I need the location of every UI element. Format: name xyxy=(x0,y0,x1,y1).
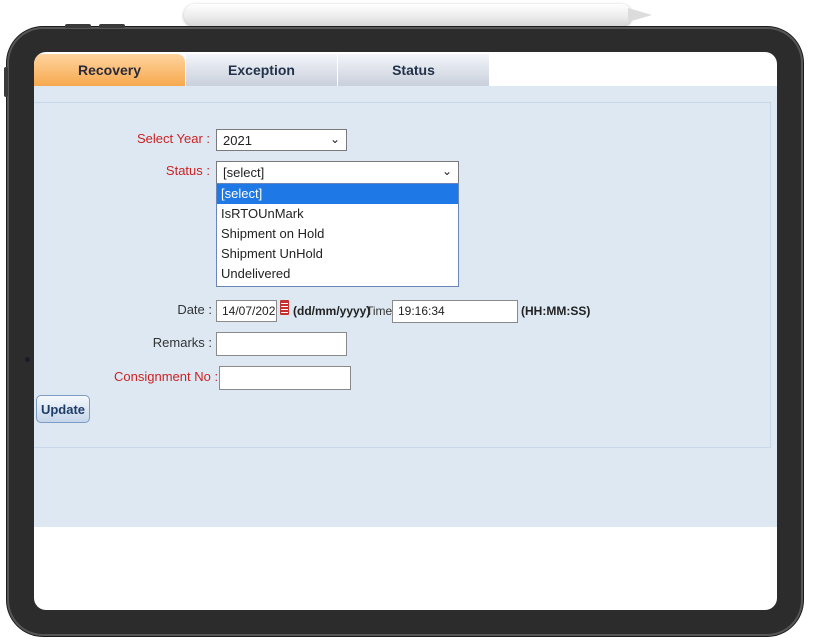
screen: Recovery Exception Status Select Year : … xyxy=(34,52,777,610)
calendar-icon[interactable] xyxy=(280,300,289,315)
select-year-dropdown[interactable]: 2021 ⌄ xyxy=(216,129,347,151)
status-option[interactable]: Shipment on Hold xyxy=(217,224,458,244)
side-button xyxy=(4,67,8,97)
volume-button xyxy=(99,24,125,28)
time-input[interactable]: 19:16:34 xyxy=(392,300,518,323)
date-label: Date : xyxy=(177,302,212,317)
stylus-tip xyxy=(628,8,652,22)
form-panel: Select Year : 2021 ⌄ Status : [select] ⌄… xyxy=(34,86,777,527)
status-dropdown[interactable]: [select] ⌄ xyxy=(216,161,459,184)
select-year-label: Select Year : xyxy=(137,131,210,146)
status-option[interactable]: IsRTOUnMark xyxy=(217,204,458,224)
remarks-label: Remarks : xyxy=(152,335,212,350)
tablet-frame: Recovery Exception Status Select Year : … xyxy=(4,24,803,636)
status-option[interactable]: Undelivered xyxy=(217,264,458,284)
tab-exception[interactable]: Exception xyxy=(186,54,337,86)
volume-button xyxy=(65,24,91,28)
date-input[interactable]: 14/07/202 xyxy=(216,300,277,322)
chevron-down-icon: ⌄ xyxy=(441,164,452,178)
chevron-down-icon: ⌄ xyxy=(329,132,340,146)
status-value: [select] xyxy=(223,165,265,180)
tab-status[interactable]: Status xyxy=(338,54,489,86)
remarks-input[interactable] xyxy=(216,332,347,356)
select-year-value: 2021 xyxy=(223,133,252,148)
consignment-no-label: Consignment No : xyxy=(114,369,219,384)
camera-icon xyxy=(25,357,30,362)
status-option[interactable]: Shipment UnHold xyxy=(217,244,458,264)
update-button[interactable]: Update xyxy=(36,395,90,423)
tab-recovery[interactable]: Recovery xyxy=(34,54,185,86)
status-label: Status : xyxy=(165,163,210,178)
consignment-no-input[interactable] xyxy=(219,366,351,390)
status-option[interactable]: [select] xyxy=(217,184,458,204)
stylus-pencil xyxy=(184,4,632,26)
date-format-hint: (dd/mm/yyyy) xyxy=(293,304,371,318)
time-format-hint: (HH:MM:SS) xyxy=(521,304,591,318)
status-options-list: [select] IsRTOUnMark Shipment on Hold Sh… xyxy=(216,183,459,287)
